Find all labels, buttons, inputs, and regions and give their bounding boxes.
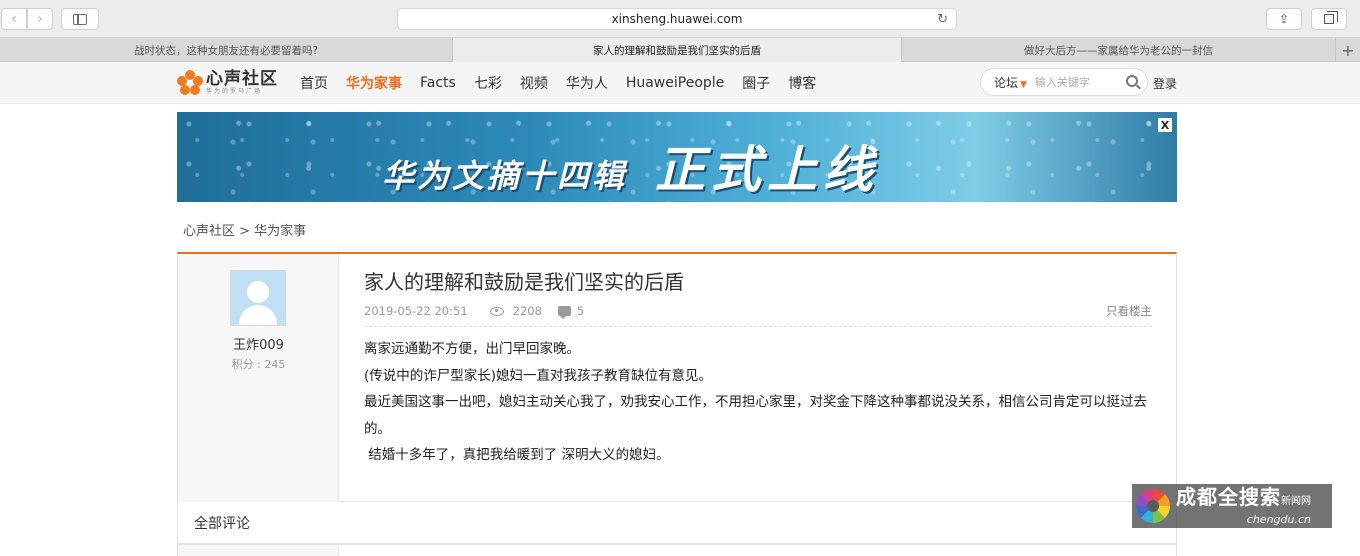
- only-op-button[interactable]: 只看楼主: [1106, 303, 1152, 319]
- close-icon: X: [1160, 118, 1170, 132]
- sidebar-icon: [73, 13, 87, 25]
- nav-circles[interactable]: 圈子: [742, 73, 770, 93]
- share-button[interactable]: ⇪: [1266, 8, 1302, 30]
- watermark-title: 成都全搜索: [1176, 485, 1281, 509]
- new-tab-button[interactable]: +: [1336, 38, 1360, 62]
- breadcrumb[interactable]: 心声社区 > 华为家事: [183, 220, 306, 239]
- login-link[interactable]: 登录: [1153, 75, 1177, 92]
- banner-close-button[interactable]: X: [1158, 118, 1172, 132]
- browser-tab-active[interactable]: 家人的理解和鼓励是我们坚实的后盾: [453, 38, 902, 62]
- nav-video[interactable]: 视频: [520, 73, 548, 93]
- sidebar-toggle-button[interactable]: [61, 8, 99, 30]
- forward-button[interactable]: ›: [27, 8, 53, 30]
- promo-banner[interactable]: 华为文摘十四辑 正式上线 X: [177, 112, 1177, 202]
- search-icon[interactable]: [1126, 75, 1138, 87]
- browser-tab[interactable]: 战时状态，这种女朋友还有必要留着吗?: [0, 38, 453, 62]
- nav-facts[interactable]: Facts: [420, 75, 456, 91]
- site-watermark: 成都全搜索新闻网 chengdu.cn: [1132, 484, 1332, 528]
- post-date: 2019-05-22 20:51: [364, 304, 468, 318]
- nav-huawei-people[interactable]: HuaweiPeople: [626, 75, 724, 91]
- color-wheel-logo-icon: [1136, 489, 1170, 523]
- main-nav: 首页 华为家事 Facts 七彩 视频 华为人 HuaweiPeople 圈子 …: [300, 62, 834, 104]
- nav-qicai[interactable]: 七彩: [474, 73, 502, 93]
- post-paragraph: 最近美国这事一出吧，媳妇主动关心我了，劝我安心工作，不用担心家里，对奖金下降这种…: [364, 394, 1147, 437]
- flower-logo-icon: [177, 70, 203, 96]
- logo-subtitle: 华为的罗马广场: [206, 88, 263, 95]
- nav-blog[interactable]: 博客: [788, 73, 816, 93]
- back-button[interactable]: ‹: [1, 8, 27, 30]
- reload-icon[interactable]: ↻: [937, 12, 948, 27]
- site-logo[interactable]: 心声社区 华为的罗马广场: [177, 67, 278, 99]
- browser-toolbar: ‹ › xinsheng.huawei.com ↻ ⇪: [0, 0, 1360, 38]
- site-header: 心声社区 华为的罗马广场 首页 华为家事 Facts 七彩 视频 华为人 Hua…: [0, 62, 1360, 104]
- post-meta: 2019-05-22 20:51 2208 5 只看楼主: [364, 300, 1152, 322]
- chevron-down-icon: ▼: [1020, 79, 1027, 90]
- author-score: 积分 : 245: [231, 358, 286, 371]
- watermark-small: 新闻网: [1281, 496, 1311, 507]
- author-name[interactable]: 王炸009: [178, 334, 339, 353]
- post-body: 离家远通勤不方便，出门早回家晚。 (传说中的诈尸型家长)媳妇一直对我孩子教育缺位…: [364, 336, 1154, 469]
- divider: [364, 326, 1152, 327]
- plus-icon: +: [1341, 40, 1355, 60]
- share-icon: ⇪: [1278, 12, 1290, 26]
- author-panel: 王炸009 积分 : 245: [178, 254, 339, 502]
- search-scope-dropdown[interactable]: 论坛 ▼: [994, 74, 1027, 91]
- post-card: 王炸009 积分 : 245 家人的理解和鼓励是我们坚实的后盾 2019-05-…: [177, 252, 1177, 502]
- comment-row: [177, 544, 1177, 556]
- search-input[interactable]: [1034, 75, 1117, 89]
- logo-title: 心声社区: [206, 69, 278, 89]
- nav-huawei-family[interactable]: 华为家事: [346, 73, 402, 93]
- eye-icon: [489, 306, 504, 316]
- all-comments-header: 全部评论: [177, 502, 1177, 544]
- post-title: 家人的理解和鼓励是我们坚实的后盾: [364, 270, 684, 294]
- nav-huawei-people-cn[interactable]: 华为人: [566, 73, 608, 93]
- chevron-right-icon: ›: [37, 11, 43, 27]
- tabs-overview-icon: [1324, 11, 1338, 24]
- browser-tab[interactable]: 做好大后方——家属给华为老公的一封信: [902, 38, 1336, 62]
- comment-icon: [557, 306, 571, 319]
- chevron-left-icon: ‹: [11, 11, 17, 27]
- post-paragraph: (传说中的诈尸型家长)媳妇一直对我孩子教育缺位有意见。: [364, 367, 713, 384]
- nav-home[interactable]: 首页: [300, 73, 328, 93]
- comment-count: 5: [576, 304, 585, 318]
- watermark-domain: chengdu.cn: [1246, 513, 1311, 526]
- view-count: 2208: [512, 304, 542, 318]
- tab-bar: 战时状态，这种女朋友还有必要留着吗? 家人的理解和鼓励是我们坚实的后盾 做好大后…: [0, 38, 1360, 62]
- post-paragraph: 离家远通勤不方便，出门早回家晚。: [364, 341, 580, 357]
- avatar[interactable]: [230, 270, 286, 326]
- post-paragraph: 结婚十多年了，真把我给暖到了 深明大义的媳妇。: [364, 447, 670, 463]
- banner-headline: 华为文摘十四辑 正式上线: [382, 141, 880, 199]
- show-tabs-button[interactable]: [1311, 8, 1347, 30]
- search-box: 论坛 ▼: [980, 68, 1148, 96]
- url-text: xinsheng.huawei.com: [611, 12, 743, 26]
- address-bar[interactable]: xinsheng.huawei.com ↻: [397, 8, 957, 30]
